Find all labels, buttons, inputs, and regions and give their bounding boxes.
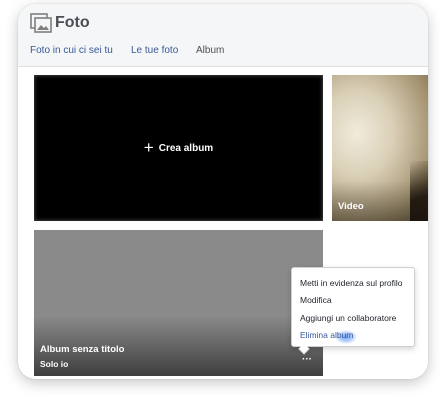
- menu-item-feature-on-profile[interactable]: Metti in evidenza sul profilo: [300, 278, 403, 289]
- menu-item-edit[interactable]: Modifica: [300, 295, 332, 306]
- albums-grid: + Crea album Video Album senza titolo So…: [18, 67, 428, 379]
- create-album-tile[interactable]: + Crea album: [34, 75, 323, 221]
- untitled-album-tile[interactable]: Album senza titolo Solo io ···: [34, 230, 323, 376]
- create-album-label: Crea album: [158, 142, 214, 154]
- create-album-button[interactable]: + Crea album: [34, 75, 323, 221]
- tab-your-photos[interactable]: Le tue foto: [131, 44, 178, 57]
- page-title: Foto: [55, 14, 90, 31]
- menu-item-delete-album[interactable]: Elimina album: [300, 330, 353, 341]
- photos-header: Foto Foto in cui ci sei tu Le tue foto A…: [18, 4, 428, 67]
- more-options-icon[interactable]: ···: [301, 355, 313, 365]
- tab-photos-of-you[interactable]: Foto in cui ci sei tu: [30, 44, 113, 57]
- photos-panel: Foto Foto in cui ci sei tu Le tue foto A…: [18, 4, 428, 379]
- tab-albums[interactable]: Album: [196, 44, 224, 57]
- album-title: Album senza titolo: [40, 344, 125, 355]
- video-album-tile[interactable]: Video: [332, 75, 428, 221]
- video-album-label: Video: [338, 201, 364, 212]
- menu-item-add-contributor[interactable]: Aggiungi un collaboratore: [300, 313, 396, 324]
- plus-icon: +: [143, 138, 154, 157]
- album-privacy: Solo io: [40, 359, 69, 369]
- photo-gallery-icon: [30, 13, 52, 33]
- album-context-menu: Metti in evidenza sul profilo Modifica A…: [291, 267, 415, 355]
